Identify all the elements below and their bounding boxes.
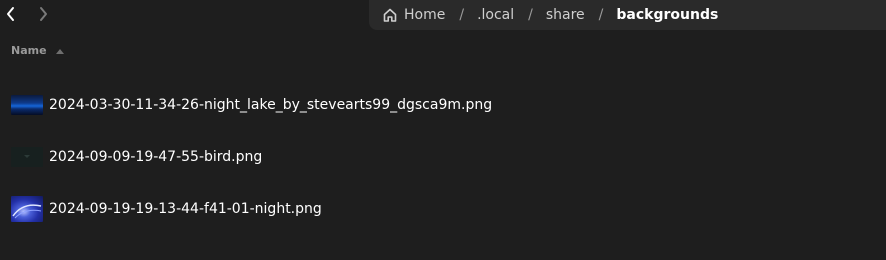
breadcrumb-label: Home [404,7,446,23]
image-thumbnail [11,147,43,167]
breadcrumb-label: backgrounds [616,7,719,23]
name-column-header[interactable]: Name [11,44,65,57]
image-thumbnail [11,196,43,222]
file-row[interactable]: 2024-09-09-19-47-55-bird.png [0,131,886,183]
file-name: 2024-09-19-19-13-44-f41-01-night.png [49,201,322,217]
breadcrumb-label: share [545,7,585,23]
file-row[interactable]: 2024-09-19-19-13-44-f41-01-night.png [0,183,886,235]
file-name: 2024-03-30-11-34-26-night_lake_by_stevea… [49,97,493,113]
breadcrumb-backgrounds[interactable]: backgrounds [616,7,718,23]
home-icon [382,7,398,23]
breadcrumb-home[interactable]: Home [382,7,445,23]
breadcrumb-separator: / [528,7,533,23]
image-thumbnail [11,95,43,115]
sort-ascending-icon [55,47,65,55]
breadcrumb-local[interactable]: .local [477,7,514,23]
chevron-right-icon [40,7,47,21]
breadcrumb-share[interactable]: share [546,7,585,23]
breadcrumb-label: .local [477,7,515,23]
forward-button[interactable] [32,2,54,26]
file-browser-window: Home / .local / share / backgrounds Name… [0,0,886,260]
column-header-label: Name [11,44,47,57]
path-bar: Home / .local / share / backgrounds [369,0,886,30]
breadcrumb-separator: / [598,7,604,23]
file-name: 2024-09-09-19-47-55-bird.png [49,149,263,165]
file-row[interactable]: 2024-03-30-11-34-26-night_lake_by_stevea… [0,79,886,131]
breadcrumb-separator: / [459,7,465,23]
back-button[interactable] [0,2,22,26]
header-bar: Home / .local / share / backgrounds [0,0,886,30]
chevron-left-icon [7,7,14,21]
